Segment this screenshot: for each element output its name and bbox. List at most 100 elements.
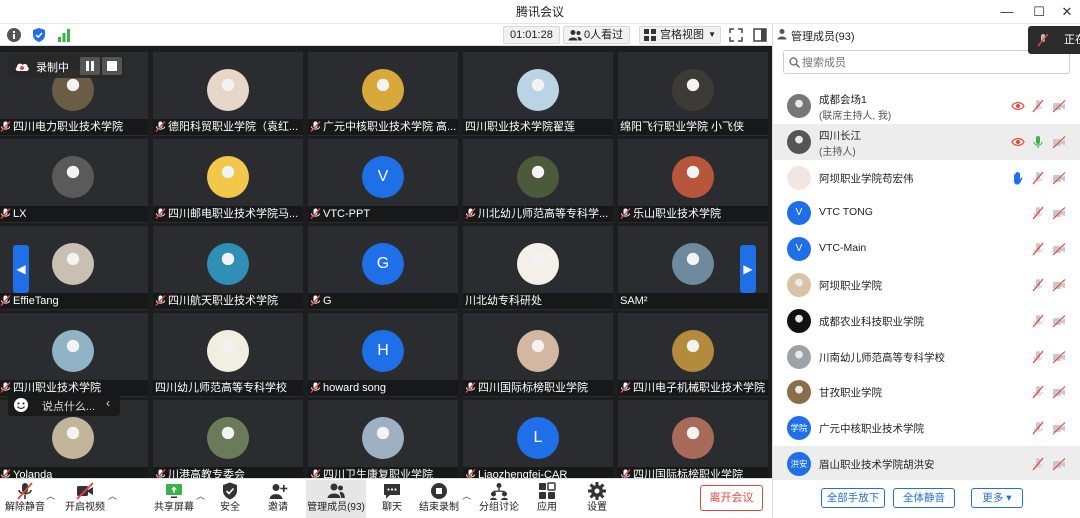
member-row[interactable]: 洪安 眉山职业技术学院胡洪安 bbox=[773, 446, 1080, 480]
participant-avatar bbox=[207, 69, 249, 111]
mic-muted-icon[interactable] bbox=[1031, 242, 1045, 256]
camera-off-icon[interactable] bbox=[1052, 350, 1066, 364]
member-search-input[interactable] bbox=[802, 54, 1052, 71]
breakout-icon bbox=[490, 483, 508, 500]
lower-all-hands-button[interactable]: 全部手放下 bbox=[821, 488, 885, 508]
participant-tile[interactable]: Hhoward song bbox=[308, 313, 458, 397]
raised-hand-icon[interactable] bbox=[1011, 171, 1025, 185]
mic-muted-icon[interactable] bbox=[1031, 457, 1045, 471]
apps-button[interactable]: 应用 bbox=[532, 481, 562, 517]
pause-recording-button[interactable] bbox=[80, 57, 100, 75]
participant-tile[interactable]: 四川职业技术学院 bbox=[0, 313, 148, 397]
eye-icon[interactable] bbox=[1011, 135, 1025, 149]
camera-off-icon[interactable] bbox=[1052, 99, 1066, 113]
participant-tile[interactable]: LX bbox=[0, 139, 148, 223]
mic-muted-icon bbox=[155, 295, 166, 306]
unmute-label: 解除静音 bbox=[5, 502, 45, 513]
close-button[interactable]: ✕ bbox=[1052, 0, 1080, 24]
leave-meeting-button[interactable]: 离开会议 bbox=[700, 485, 763, 511]
participant-tile[interactable]: 川北幼专科研处 bbox=[463, 226, 613, 310]
participant-tile[interactable]: 四川卫生康复职业学院 bbox=[308, 400, 458, 478]
next-page-button[interactable]: ▶ bbox=[740, 245, 756, 293]
participant-tile[interactable]: 四川邮电职业技术学院马... bbox=[153, 139, 303, 223]
participant-tile[interactable]: 广元中核职业技术学院 高... bbox=[308, 52, 458, 136]
member-row[interactable]: 阿坝职业学院苟宏伟 bbox=[773, 160, 1080, 196]
minimize-button[interactable]: — bbox=[992, 0, 1022, 24]
sidebar-toggle-icon[interactable] bbox=[752, 27, 768, 43]
participant-tile[interactable]: 四川幼儿师范高等专科学校 bbox=[153, 313, 303, 397]
member-row[interactable]: 川南幼儿师范高等专科学校 bbox=[773, 339, 1080, 375]
chat-button[interactable]: 聊天 bbox=[376, 481, 408, 517]
end-recording-button[interactable]: 结束录制 bbox=[418, 481, 460, 517]
camera-off-icon[interactable] bbox=[1052, 421, 1066, 435]
video-options-caret[interactable]: ︿ bbox=[108, 489, 117, 502]
participant-tile[interactable]: 四川电子机械职业技术学院 bbox=[618, 313, 768, 397]
participant-tile[interactable]: 四川国际标榜职业学院 bbox=[618, 400, 768, 478]
participant-tile[interactable]: 四川职业技术学院翟莲 bbox=[463, 52, 613, 136]
participant-tile[interactable]: 川港高教专委会 bbox=[153, 400, 303, 478]
member-row[interactable]: 成都会场1 (联席主持人, 我) bbox=[773, 88, 1080, 124]
camera-off-icon[interactable] bbox=[1052, 385, 1066, 399]
shield-icon[interactable] bbox=[31, 27, 47, 43]
camera-off-icon[interactable] bbox=[1052, 135, 1066, 149]
record-options-caret[interactable]: ︿ bbox=[462, 489, 471, 502]
participant-tile[interactable]: 德阳科贸职业学院（袁红... bbox=[153, 52, 303, 136]
maximize-button[interactable]: ☐ bbox=[1024, 0, 1054, 24]
participant-tile[interactable]: 四川国际标榜职业学院 bbox=[463, 313, 613, 397]
breakout-rooms-button[interactable]: 分组讨论 bbox=[478, 481, 520, 517]
mic-muted-icon[interactable] bbox=[1031, 206, 1045, 220]
participant-tile[interactable]: V VTC-PPT bbox=[308, 139, 458, 223]
participant-tile[interactable]: 川北幼儿师范高等专科学... bbox=[463, 139, 613, 223]
share-screen-button[interactable]: 共享屏幕 bbox=[152, 481, 196, 517]
unmute-button[interactable]: 解除静音 bbox=[4, 481, 46, 517]
participant-tile[interactable]: 四川航天职业技术学院 bbox=[153, 226, 303, 310]
settings-button[interactable]: 设置 bbox=[582, 481, 612, 517]
camera-off-icon[interactable] bbox=[1052, 314, 1066, 328]
member-name: VTC-Main bbox=[819, 242, 867, 255]
camera-off-icon[interactable] bbox=[1052, 278, 1066, 292]
mic-muted-icon[interactable] bbox=[1031, 350, 1045, 364]
fullscreen-icon[interactable] bbox=[728, 27, 744, 43]
mic-muted-icon[interactable] bbox=[1031, 314, 1045, 328]
member-search-box[interactable] bbox=[783, 50, 1070, 74]
eye-icon[interactable] bbox=[1011, 99, 1025, 113]
camera-off-icon[interactable] bbox=[1052, 171, 1066, 185]
member-row[interactable]: 四川长江 (主持人) bbox=[773, 123, 1080, 160]
viewers-count[interactable]: 0人看过 bbox=[563, 26, 631, 44]
more-options-button[interactable]: 更多 ▾ bbox=[971, 488, 1023, 508]
member-row[interactable]: 阿坝职业学院 bbox=[773, 267, 1080, 303]
member-row[interactable]: 甘孜职业学院 bbox=[773, 374, 1080, 410]
mic-muted-icon[interactable] bbox=[1031, 278, 1045, 292]
mic-muted-icon[interactable] bbox=[1031, 421, 1045, 435]
participant-tile[interactable]: 乐山职业技术学院 bbox=[618, 139, 768, 223]
member-row[interactable]: V VTC TONG bbox=[773, 195, 1080, 231]
member-row[interactable]: 学院 广元中核职业技术学院 bbox=[773, 410, 1080, 446]
mic-muted-icon[interactable] bbox=[1031, 171, 1045, 185]
view-mode-select[interactable]: 宫格视图 ▼ bbox=[639, 26, 721, 44]
mic-on-icon[interactable] bbox=[1031, 135, 1045, 149]
stop-recording-button[interactable] bbox=[102, 57, 122, 75]
participant-tile[interactable]: GG bbox=[308, 226, 458, 310]
audio-options-caret[interactable]: ︿ bbox=[46, 489, 55, 502]
camera-off-icon[interactable] bbox=[1052, 206, 1066, 220]
mute-all-button[interactable]: 全体静音 bbox=[893, 488, 955, 508]
share-options-caret[interactable]: ︿ bbox=[196, 489, 205, 502]
camera-off-icon[interactable] bbox=[1052, 457, 1066, 471]
start-video-button[interactable]: 开启视频 bbox=[62, 481, 108, 517]
camera-off-icon[interactable] bbox=[1052, 242, 1066, 256]
mic-muted-icon bbox=[311, 469, 321, 478]
security-button[interactable]: 安全 bbox=[214, 481, 246, 517]
member-row[interactable]: V VTC-Main bbox=[773, 231, 1080, 267]
prev-page-button[interactable]: ◀ bbox=[13, 245, 29, 293]
mic-muted-icon[interactable] bbox=[1031, 385, 1045, 399]
participant-tile[interactable]: 绵阳飞行职业学院 小飞侠 bbox=[618, 52, 768, 136]
member-row[interactable]: 成都农业科技职业学院 bbox=[773, 303, 1080, 339]
emoji-icon[interactable] bbox=[13, 397, 29, 413]
mic-muted-icon[interactable] bbox=[1031, 99, 1045, 113]
info-icon[interactable] bbox=[6, 27, 22, 43]
participant-tile[interactable]: L Liaozhengfei-CAR bbox=[463, 400, 613, 478]
invite-button[interactable]: 邀请 bbox=[262, 481, 294, 517]
manage-members-button[interactable]: 管理成员(93) bbox=[306, 481, 366, 517]
collapse-chat-icon[interactable]: ‹ bbox=[106, 396, 110, 410]
quick-chat-box[interactable]: 说点什么... ‹ bbox=[8, 394, 120, 416]
